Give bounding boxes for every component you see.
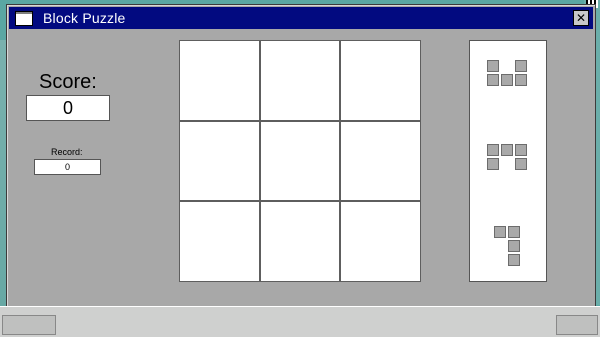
- board-cell[interactable]: [260, 41, 340, 120]
- record-display: 0: [34, 159, 101, 175]
- piece-block: [501, 74, 513, 86]
- score-label: Score:: [39, 71, 97, 93]
- game-board[interactable]: [179, 40, 421, 282]
- piece-tray: [469, 40, 547, 282]
- block-puzzle-window: Block Puzzle ✕ Score: 0 Record: 0: [6, 4, 596, 308]
- close-button[interactable]: ✕: [573, 10, 589, 26]
- piece-block: [515, 158, 527, 170]
- board-cell[interactable]: [180, 41, 259, 120]
- titlebar[interactable]: Block Puzzle ✕: [9, 7, 593, 29]
- score-display: 0: [26, 95, 110, 121]
- board-cell[interactable]: [341, 121, 420, 201]
- board-cell[interactable]: [260, 121, 340, 201]
- close-icon: ✕: [575, 11, 587, 25]
- piece-block: [487, 158, 499, 170]
- board-cell[interactable]: [341, 202, 420, 281]
- piece-block: [501, 144, 513, 156]
- taskbar-button-right[interactable]: [556, 315, 598, 335]
- piece-block: [487, 74, 499, 86]
- piece-block: [508, 254, 520, 266]
- record-label: Record:: [51, 147, 83, 157]
- piece-block: [515, 144, 527, 156]
- piece-block: [494, 226, 506, 238]
- board-cell[interactable]: [260, 202, 340, 281]
- board-cell[interactable]: [180, 121, 259, 201]
- taskbar: [0, 306, 600, 337]
- piece-block: [487, 60, 499, 72]
- piece-block: [508, 240, 520, 252]
- desktop: Block Puzzle ✕ Score: 0 Record: 0: [0, 0, 600, 337]
- window-title: Block Puzzle: [43, 10, 126, 26]
- board-cell[interactable]: [180, 202, 259, 281]
- piece-block: [508, 226, 520, 238]
- board-cell[interactable]: [341, 41, 420, 120]
- window-icon: [15, 10, 33, 26]
- piece-block: [487, 144, 499, 156]
- taskbar-button-left[interactable]: [2, 315, 56, 335]
- piece-block: [515, 74, 527, 86]
- piece-block: [515, 60, 527, 72]
